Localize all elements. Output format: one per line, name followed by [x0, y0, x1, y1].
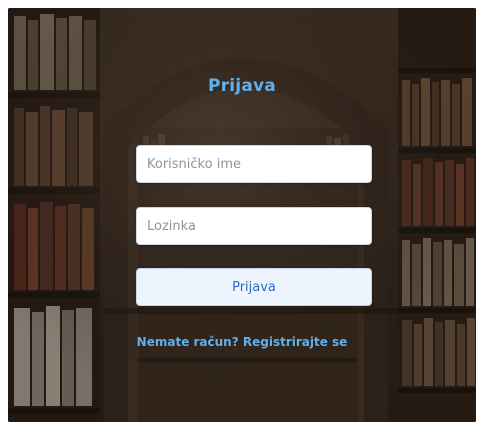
login-button[interactable]: Prijava [136, 268, 372, 306]
username-input[interactable] [136, 145, 372, 183]
page-title: Prijava [208, 76, 276, 96]
login-screen: Prijava Prijava Nemate račun? Registrira… [8, 8, 476, 422]
password-input[interactable] [136, 207, 372, 245]
register-link[interactable]: Nemate račun? Registrirajte se [8, 335, 476, 349]
